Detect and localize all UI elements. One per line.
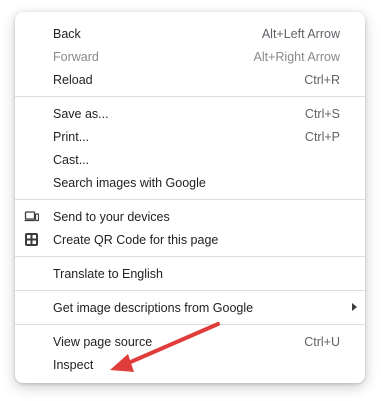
menu-item-forward[interactable]: Forward Alt+Right Arrow — [15, 45, 365, 68]
menu-item-label: Search images with Google — [53, 175, 206, 190]
menu-item-label: Reload — [53, 72, 93, 87]
menu-item-shortcut: Alt+Left Arrow — [261, 26, 340, 41]
menu-separator — [15, 199, 365, 200]
menu-item-search-images[interactable]: Search images with Google — [15, 171, 365, 194]
menu-item-shortcut: Ctrl+S — [304, 106, 340, 121]
menu-item-shortcut: Alt+Right Arrow — [253, 49, 341, 64]
menu-item-translate[interactable]: Translate to English — [15, 262, 365, 285]
developer-group: View page source Ctrl+U Inspect — [15, 330, 365, 376]
menu-item-reload[interactable]: Reload Ctrl+R — [15, 68, 365, 91]
menu-item-cast[interactable]: Cast... — [15, 148, 365, 171]
menu-item-create-qr-code[interactable]: Create QR Code for this page — [15, 228, 365, 251]
menu-item-label: Translate to English — [53, 266, 164, 281]
menu-item-send-to-devices[interactable]: Send to your devices — [15, 205, 365, 228]
send-to-devices-icon — [24, 209, 40, 224]
menu-item-label: Get image descriptions from Google — [53, 300, 254, 315]
menu-item-label: View page source — [53, 334, 153, 349]
menu-item-view-page-source[interactable]: View page source Ctrl+U — [15, 330, 365, 353]
sharing-group: Send to your devices Create QR Code for … — [15, 205, 365, 251]
page-actions-group: Save as... Ctrl+S Print... Ctrl+P Cast..… — [15, 102, 365, 194]
context-menu: Back Alt+Left Arrow Forward Alt+Right Ar… — [15, 12, 365, 383]
menu-separator — [15, 256, 365, 257]
menu-item-label: Send to your devices — [53, 209, 170, 224]
menu-item-label: Print... — [53, 129, 90, 144]
menu-item-back[interactable]: Back Alt+Left Arrow — [15, 22, 365, 45]
menu-separator — [15, 96, 365, 97]
qr-code-icon — [24, 232, 39, 247]
menu-item-print[interactable]: Print... Ctrl+P — [15, 125, 365, 148]
menu-item-shortcut: Ctrl+U — [304, 334, 340, 349]
menu-item-label: Create QR Code for this page — [53, 232, 219, 247]
submenu-arrow-icon — [352, 303, 357, 311]
screen: Back Alt+Left Arrow Forward Alt+Right Ar… — [0, 0, 381, 401]
menu-item-label: Inspect — [53, 357, 94, 372]
menu-item-shortcut: Ctrl+P — [304, 129, 340, 144]
menu-item-label: Forward — [53, 49, 99, 64]
menu-item-label: Cast... — [53, 152, 90, 167]
menu-separator — [15, 324, 365, 325]
translate-group: Translate to English — [15, 262, 365, 285]
menu-item-save-as[interactable]: Save as... Ctrl+S — [15, 102, 365, 125]
accessibility-group: Get image descriptions from Google — [15, 296, 365, 319]
menu-item-label: Back — [53, 26, 81, 41]
menu-item-shortcut: Ctrl+R — [304, 72, 340, 87]
menu-separator — [15, 290, 365, 291]
menu-item-image-descriptions[interactable]: Get image descriptions from Google — [15, 296, 365, 319]
menu-item-inspect[interactable]: Inspect — [15, 353, 365, 376]
menu-item-label: Save as... — [53, 106, 109, 121]
navigation-group: Back Alt+Left Arrow Forward Alt+Right Ar… — [15, 22, 365, 91]
